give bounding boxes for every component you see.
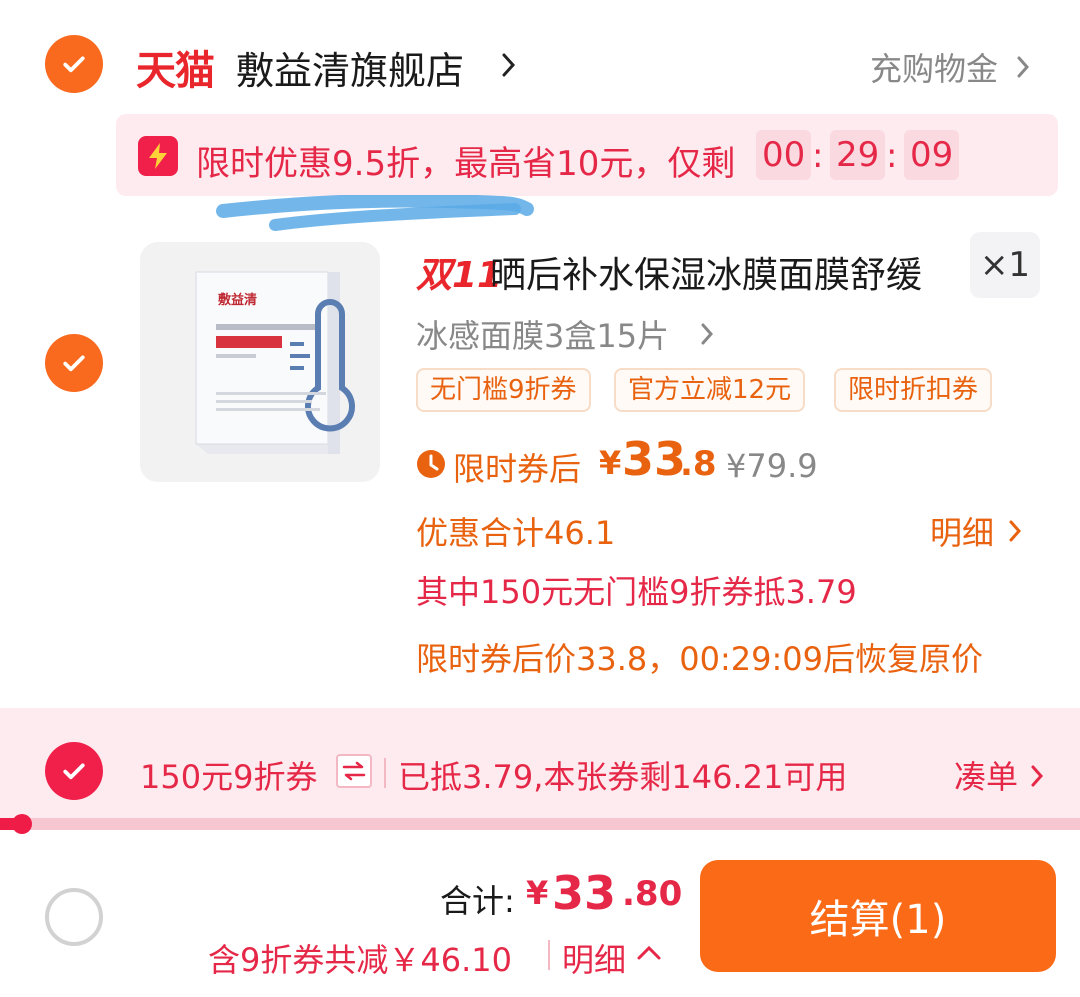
- checkout-button[interactable]: 结算(1): [700, 860, 1056, 972]
- coupon-select-checkbox[interactable]: [45, 742, 103, 800]
- countdown-hours: 00: [756, 130, 812, 180]
- total-currency: ¥: [526, 874, 549, 912]
- price-integer: 33: [622, 432, 687, 486]
- total-decimal: .80: [622, 874, 683, 914]
- tmall-logo: 天猫: [136, 48, 215, 94]
- product-title[interactable]: 晒后补水保湿冰膜面膜舒缓: [490, 246, 922, 298]
- divider: [548, 940, 550, 970]
- checkmark-icon: [63, 763, 85, 780]
- coupon-progress-marker: [11, 814, 32, 834]
- discount-detail-link[interactable]: 明细: [930, 508, 994, 554]
- chevron-right-icon[interactable]: [1030, 764, 1046, 788]
- chevron-up-icon[interactable]: [636, 944, 662, 962]
- clock-icon: [417, 450, 445, 478]
- product-brand-text: 敷益清: [218, 292, 257, 308]
- coupon-usage-text: 已抵3.79,本张券剩146.21可用: [398, 758, 848, 796]
- store-select-checkbox[interactable]: [45, 35, 103, 93]
- price-currency: ¥: [599, 444, 622, 482]
- total-label: 合计:: [440, 882, 515, 920]
- countdown-seconds: 09: [904, 130, 960, 180]
- add-on-items-link[interactable]: 凑单: [954, 752, 1018, 798]
- lightning-icon: [138, 136, 178, 176]
- select-all-checkbox[interactable]: [45, 888, 103, 946]
- divider: [384, 758, 386, 788]
- coupon-progress-track: [0, 818, 1080, 830]
- store-name-link[interactable]: 敷益清旗舰店: [236, 40, 464, 95]
- coupon-tag: 无门槛9折券: [416, 368, 591, 412]
- coupon-tag: 官方立减12元: [614, 368, 806, 412]
- swap-coupon-icon[interactable]: [336, 754, 372, 788]
- countdown-separator: :: [812, 136, 824, 176]
- chevron-right-icon[interactable]: [500, 52, 518, 78]
- discount-total: 优惠合计46.1: [416, 514, 616, 552]
- original-price: ¥79.9: [726, 447, 818, 485]
- price-decimal: .8: [680, 444, 717, 484]
- countdown-minutes: 29: [830, 130, 886, 180]
- chevron-right-icon[interactable]: [1016, 55, 1032, 79]
- savings-detail-toggle[interactable]: 明细: [562, 935, 626, 981]
- price-label: 限时券后: [453, 450, 582, 488]
- promo-text: 限时优惠9.5折，最高省10元，仅剩: [196, 144, 736, 184]
- price-restore-note: 限时券后价33.8，00:29:09后恢复原价: [416, 640, 983, 678]
- coupon-tag: 限时折扣券: [834, 368, 993, 412]
- coupon-deduction-detail: 其中150元无门槛9折券抵3.79: [416, 573, 857, 611]
- item-select-checkbox[interactable]: [45, 334, 103, 392]
- product-thumbnail[interactable]: 敷益清: [140, 242, 380, 482]
- countdown-separator: :: [886, 136, 898, 176]
- chevron-right-icon[interactable]: [700, 322, 716, 346]
- highlighter-scribble: [216, 195, 534, 231]
- chevron-right-icon[interactable]: [1008, 519, 1024, 543]
- sku-selector[interactable]: 冰感面膜3盒15片: [416, 311, 669, 357]
- recharge-shopping-credit-link[interactable]: 充购物金: [870, 44, 998, 90]
- savings-summary: 含9折券共减￥46.10: [208, 941, 512, 979]
- coupon-name: 150元9折券: [140, 758, 318, 796]
- checkmark-icon: [63, 355, 85, 372]
- quantity-selector[interactable]: ×1: [970, 232, 1040, 298]
- total-integer: 33: [552, 866, 617, 920]
- checkmark-icon: [63, 56, 85, 73]
